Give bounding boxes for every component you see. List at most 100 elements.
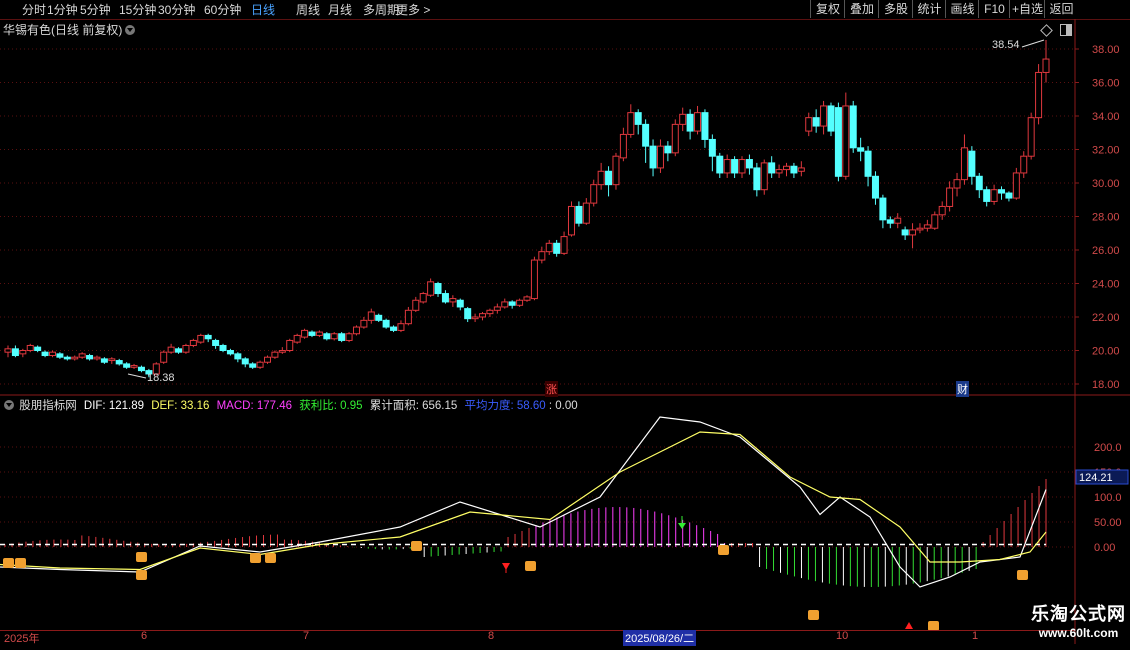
price-tick-label: 18.00 (1092, 379, 1120, 391)
candle-body (968, 150, 976, 177)
candle-body (130, 365, 138, 368)
candle-body (78, 353, 86, 358)
candle-body (167, 346, 175, 353)
candle-body (664, 145, 672, 154)
price-tick-label: 28.00 (1092, 212, 1120, 224)
candle-body (278, 350, 286, 353)
candle-body (501, 301, 509, 308)
candle-body (760, 162, 768, 191)
candle-body (479, 313, 487, 318)
candle-body (560, 236, 568, 254)
candle-body (1027, 117, 1035, 157)
candle-body (619, 133, 627, 159)
candle-body (909, 229, 917, 236)
time-axis (0, 630, 1075, 645)
candle-body (827, 105, 835, 132)
candle-body (301, 329, 309, 338)
indicator-name[interactable]: 股朋指标网 (19, 400, 77, 412)
candle-body (590, 184, 598, 204)
logo-name: 乐淘公式网 (1031, 604, 1126, 624)
candle-body (998, 189, 1006, 194)
candle-body (575, 205, 583, 224)
price-tick-label: 26.00 (1092, 245, 1120, 257)
candle-body (671, 123, 679, 154)
candle-body (256, 361, 264, 368)
signal-marker-icon (136, 552, 147, 562)
month-label: 10 (836, 630, 849, 642)
ind-tick-label: 100.0 (1094, 492, 1122, 504)
sell-arrow-icon (678, 523, 686, 529)
candle-body (375, 314, 383, 321)
candle-body (419, 293, 427, 303)
candle-body (708, 138, 716, 157)
candle-body (553, 242, 561, 254)
watermark-logo: 乐淘公式网 www.60lt.com (1031, 600, 1126, 640)
def-value: DEF: 33.16 (151, 400, 210, 412)
candle-body (197, 334, 205, 343)
candle-body (812, 117, 820, 127)
month-label: 1 (972, 630, 979, 642)
signal-marker-icon (136, 570, 147, 580)
candle-body (686, 113, 694, 132)
price-tick-label: 24.00 (1092, 279, 1120, 291)
candle-body (946, 187, 954, 207)
signal-marker-icon (265, 553, 276, 563)
candle-body (1005, 192, 1013, 199)
candle-body (264, 356, 271, 363)
candle-body (71, 356, 79, 360)
candle-body (160, 351, 168, 363)
candle-body (212, 339, 220, 346)
candle-body (234, 353, 242, 360)
signal-marker-icon (808, 610, 819, 620)
candle-body (516, 299, 524, 306)
candle-body (738, 159, 746, 174)
dif-line (0, 416, 1047, 588)
candle-body (293, 334, 301, 343)
candle-body (871, 175, 879, 199)
candle-body (367, 311, 375, 321)
candle-body (990, 189, 998, 202)
candle-body (960, 147, 968, 181)
candle-body (953, 179, 961, 189)
candle-body (175, 348, 183, 353)
candle-body (390, 326, 398, 331)
candle-body (723, 159, 731, 174)
candle-body (923, 224, 931, 229)
buy-arrow-icon-2 (905, 622, 913, 629)
candle-body (427, 281, 435, 296)
candle-body (716, 155, 724, 174)
candle-body (271, 351, 279, 358)
candle-body (249, 363, 257, 368)
candle-body (11, 348, 19, 357)
candle-body (338, 333, 346, 341)
price-chart[interactable]: 38.00 36.00 34.00 32.00 30.00 28.00 26.00 24.00… (0, 0, 1130, 650)
candle-body (441, 293, 449, 303)
candle-body (63, 356, 71, 360)
candle-body (694, 112, 702, 132)
candle-body (226, 350, 234, 355)
candle-body (745, 159, 753, 169)
candle-body (597, 170, 605, 186)
candle-body (983, 189, 991, 202)
candle-body (352, 326, 360, 335)
month-label: 2025年 (4, 633, 40, 645)
candle-body (26, 344, 34, 352)
chevron-down-icon[interactable] (4, 400, 14, 410)
candle-body (182, 344, 190, 353)
candle-body (93, 356, 101, 360)
signal-marker-icon (250, 553, 261, 563)
candle-body (627, 112, 635, 135)
candle-body (286, 339, 294, 352)
candle-body (412, 299, 420, 311)
candle-body (879, 197, 887, 221)
signal-marker-icon (1017, 570, 1028, 580)
candle-body (975, 175, 983, 191)
signal-marker-icon (3, 558, 14, 568)
candle-body (137, 366, 145, 372)
average-force: 平均力度: 58.60 (464, 400, 546, 412)
rise-marker: 涨 (545, 381, 558, 397)
candle-body (308, 331, 316, 336)
candle-body (397, 323, 405, 331)
signal-marker-icon (718, 545, 729, 555)
candle-body (189, 339, 197, 346)
